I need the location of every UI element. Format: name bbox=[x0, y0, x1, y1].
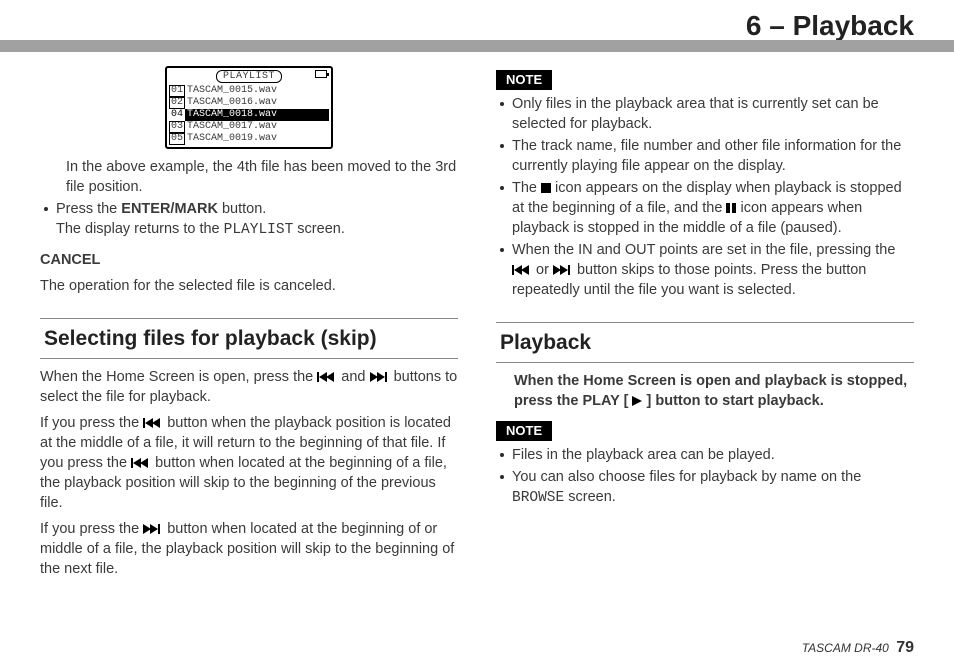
note-list-2: Files in the playback area can be played… bbox=[496, 445, 914, 508]
bullet-dot-icon bbox=[500, 475, 504, 479]
lcd-screenshot: PLAYLIST 01TASCAM_0015.wav 02TASCAM_0016… bbox=[165, 66, 333, 149]
left-column: PLAYLIST 01TASCAM_0015.wav 02TASCAM_0016… bbox=[40, 66, 458, 631]
header-strip bbox=[0, 40, 954, 52]
playback-instruction: When the Home Screen is open and playbac… bbox=[514, 371, 914, 411]
skip-back-icon bbox=[317, 372, 337, 382]
bullet-press-enter: Press the ENTER/MARK button. The display… bbox=[40, 199, 458, 240]
bullet-dot-icon bbox=[500, 102, 504, 106]
skip-back-icon bbox=[131, 458, 151, 468]
divider bbox=[40, 318, 458, 319]
section-playback: Playback bbox=[496, 327, 914, 363]
pause-icon bbox=[726, 203, 736, 213]
content-columns: PLAYLIST 01TASCAM_0015.wav 02TASCAM_0016… bbox=[40, 66, 914, 631]
bullet-dot-icon bbox=[500, 453, 504, 457]
cancel-body: The operation for the selected file is c… bbox=[40, 276, 458, 296]
header-bar: 6 – Playback bbox=[0, 10, 954, 52]
lcd-caption: In the above example, the 4th file has b… bbox=[66, 157, 458, 197]
footer-page-number: 79 bbox=[896, 639, 914, 656]
note-item: The icon appears on the display when pla… bbox=[496, 178, 914, 238]
right-column: NOTE Only files in the playback area tha… bbox=[496, 66, 914, 631]
lcd-row: 03TASCAM_0017.wav bbox=[169, 121, 329, 133]
skip-p3: If you press the button when located at … bbox=[40, 519, 458, 579]
stop-icon bbox=[541, 183, 551, 193]
lcd-row-selected: 04TASCAM_0018.wav bbox=[169, 109, 329, 121]
lcd-row: 02TASCAM_0016.wav bbox=[169, 97, 329, 109]
footer: TASCAM DR-40 79 bbox=[802, 639, 914, 657]
note-badge: NOTE bbox=[496, 70, 552, 90]
skip-back-icon bbox=[512, 265, 532, 275]
chapter-title: 6 – Playback bbox=[746, 10, 914, 42]
skip-p2: If you press the button when the playbac… bbox=[40, 413, 458, 513]
lcd-list: 01TASCAM_0015.wav 02TASCAM_0016.wav 04TA… bbox=[169, 85, 329, 145]
bullet-dot-icon bbox=[44, 207, 48, 211]
lcd-row: 05TASCAM_0019.wav bbox=[169, 133, 329, 145]
bullet-dot-icon bbox=[500, 248, 504, 252]
cancel-heading: CANCEL bbox=[40, 250, 458, 270]
bullet-dot-icon bbox=[500, 144, 504, 148]
section-selecting-files: Selecting files for playback (skip) bbox=[40, 323, 458, 359]
note-item: Only files in the playback area that is … bbox=[496, 94, 914, 134]
page: 6 – Playback PLAYLIST 01TASCAM_0015.wav … bbox=[0, 0, 954, 671]
skip-p1: When the Home Screen is open, press the … bbox=[40, 367, 458, 407]
bullet-dot-icon bbox=[500, 186, 504, 190]
lcd-frame: PLAYLIST 01TASCAM_0015.wav 02TASCAM_0016… bbox=[165, 66, 333, 149]
lcd-title-row: PLAYLIST bbox=[169, 70, 329, 84]
lcd-title-text: PLAYLIST bbox=[216, 70, 282, 83]
skip-forward-icon bbox=[143, 524, 163, 534]
note-item: Files in the playback area can be played… bbox=[496, 445, 914, 465]
skip-forward-icon bbox=[370, 372, 390, 382]
note-list-1: Only files in the playback area that is … bbox=[496, 94, 914, 300]
battery-icon bbox=[315, 70, 327, 78]
note-item: When the IN and OUT points are set in th… bbox=[496, 240, 914, 300]
divider bbox=[496, 322, 914, 323]
bullet-body: Press the ENTER/MARK button. The display… bbox=[56, 199, 345, 240]
lcd-row: 01TASCAM_0015.wav bbox=[169, 85, 329, 97]
footer-model: TASCAM DR-40 bbox=[802, 641, 889, 655]
note-item: You can also choose files for playback b… bbox=[496, 467, 914, 508]
skip-back-icon bbox=[143, 418, 163, 428]
note-badge: NOTE bbox=[496, 421, 552, 441]
skip-forward-icon bbox=[553, 265, 573, 275]
note-item: The track name, file number and other fi… bbox=[496, 136, 914, 176]
play-icon bbox=[632, 396, 642, 406]
